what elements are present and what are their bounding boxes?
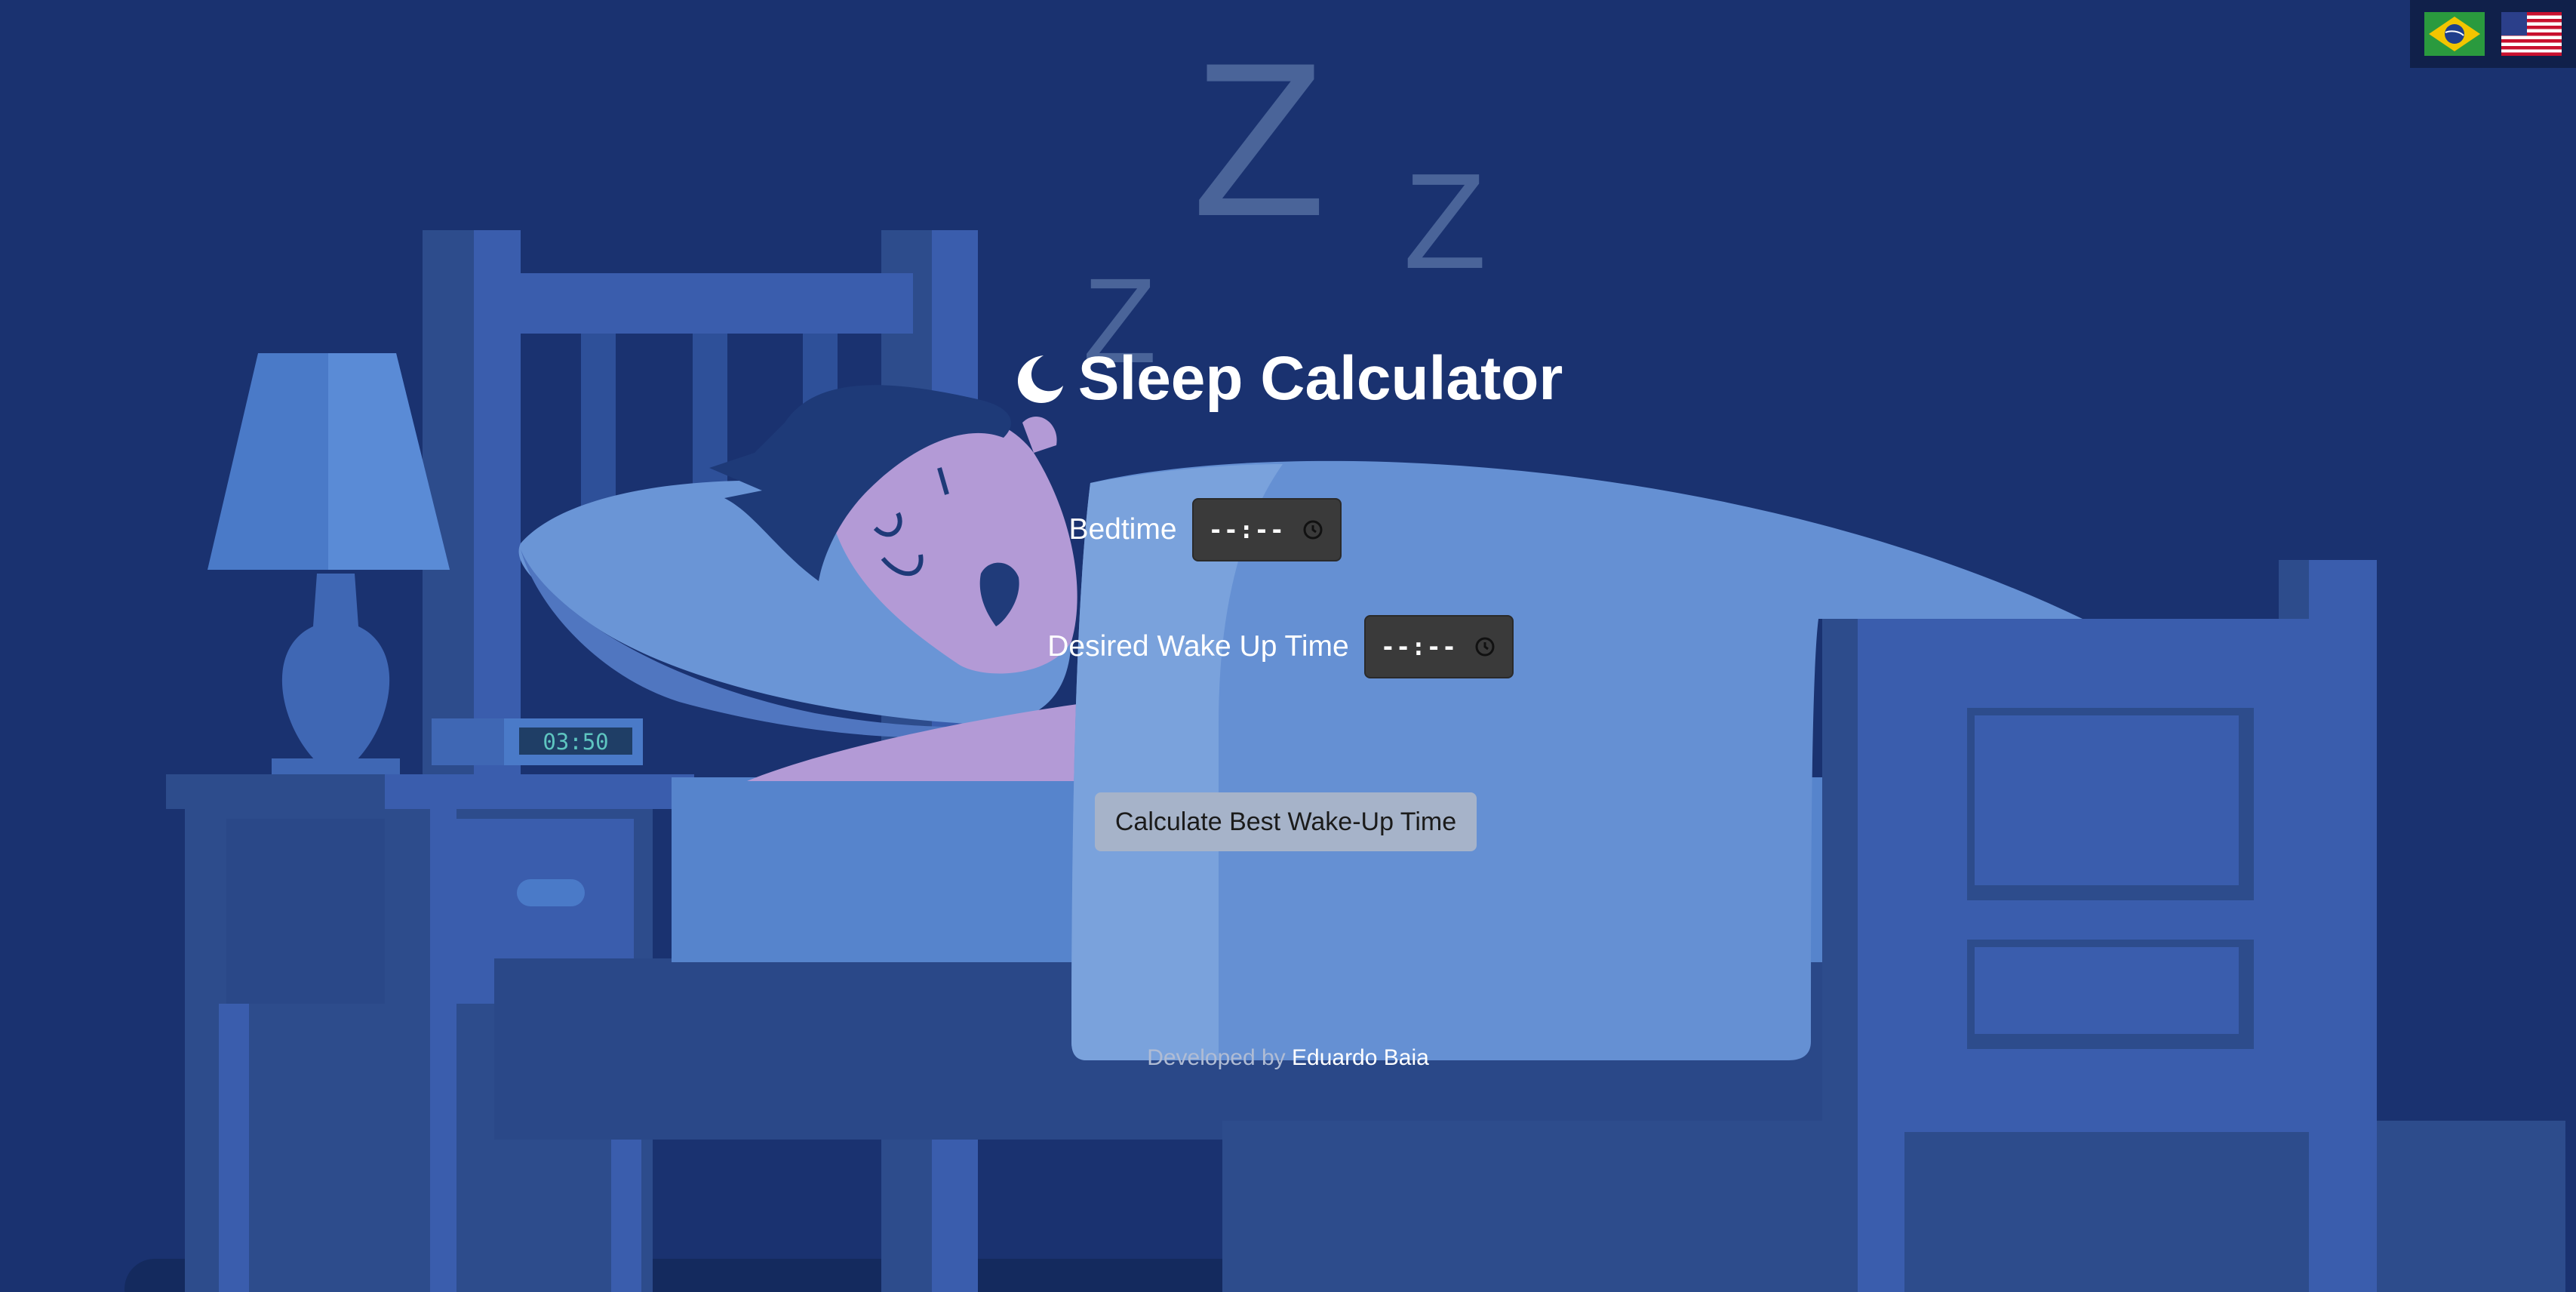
- bedtime-input[interactable]: --:--: [1191, 498, 1342, 561]
- bedtime-value: --:--: [1208, 515, 1285, 544]
- bedtime-row: Bedtime --:--: [0, 498, 2493, 561]
- usa-flag-icon[interactable]: [2501, 12, 2562, 56]
- language-switcher: [2410, 0, 2576, 68]
- brazil-flag-icon[interactable]: [2424, 12, 2485, 56]
- wake-time-row: Desired Wake Up Time --:--: [0, 615, 2568, 678]
- author-link[interactable]: Eduardo Baia: [1292, 1045, 1429, 1070]
- wake-time-value: --:--: [1380, 632, 1458, 661]
- footer-credit: Developed by Eduardo Baia: [0, 1045, 2576, 1071]
- calculate-button[interactable]: Calculate Best Wake-Up Time: [1095, 792, 1477, 851]
- wake-time-input[interactable]: --:--: [1363, 615, 1514, 678]
- page-title-text: Sleep Calculator: [1077, 344, 1563, 413]
- clock-icon[interactable]: [1302, 519, 1323, 540]
- clock-icon[interactable]: [1474, 636, 1495, 657]
- page-title: Sleep Calculator: [0, 343, 2576, 414]
- bedtime-label: Bedtime: [1068, 513, 1177, 546]
- wake-time-label: Desired Wake Up Time: [1047, 630, 1349, 663]
- footer-prefix: Developed by: [1147, 1045, 1286, 1070]
- crescent-moon-icon: [1017, 355, 1063, 403]
